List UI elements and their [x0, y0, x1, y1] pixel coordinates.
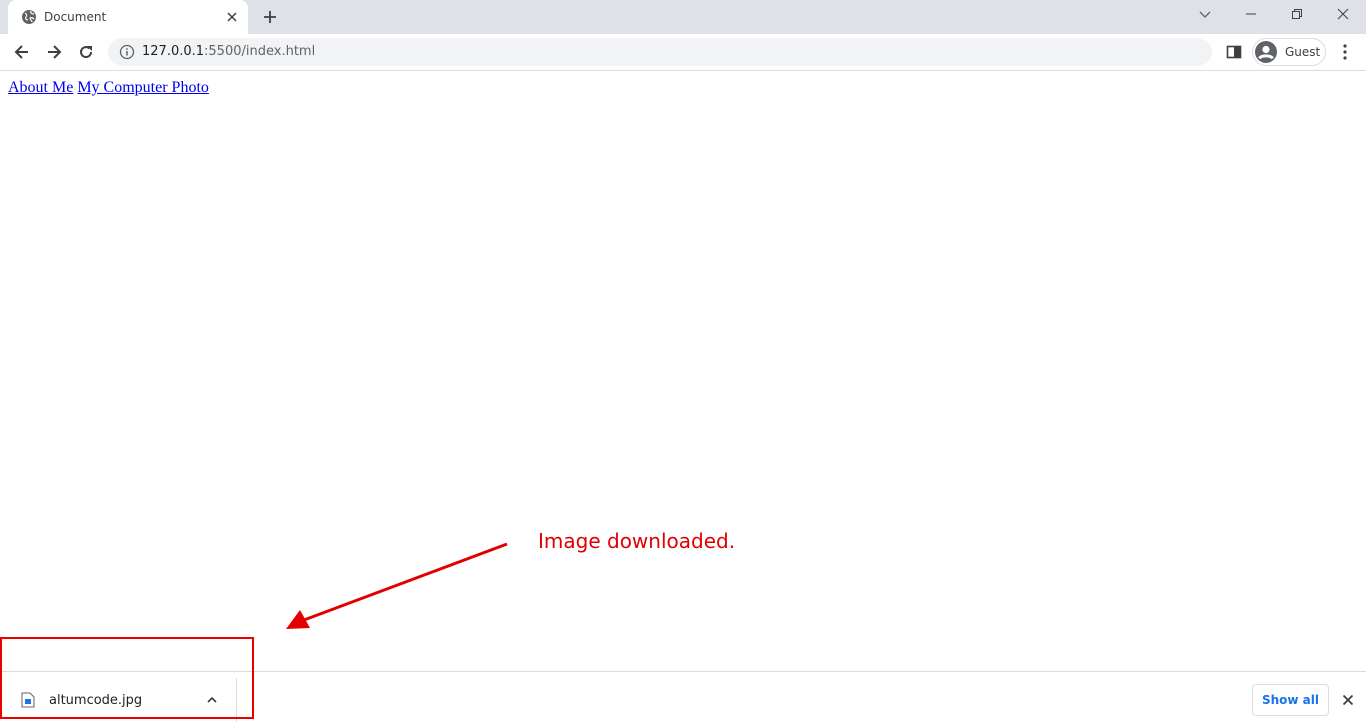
- chevron-down-icon[interactable]: [1197, 6, 1213, 22]
- download-item[interactable]: altumcode.jpg: [0, 672, 236, 728]
- reload-icon[interactable]: [76, 42, 96, 62]
- address-bar[interactable]: 127.0.0.1:5500/index.html: [108, 38, 1212, 66]
- tab-strip: Document: [0, 0, 1366, 34]
- more-menu-icon[interactable]: [1337, 43, 1353, 61]
- tab-document[interactable]: Document: [8, 0, 248, 34]
- toolbar: 127.0.0.1:5500/index.html Guest: [0, 34, 1366, 71]
- side-panel-icon[interactable]: [1225, 43, 1243, 61]
- tab-title: Document: [44, 10, 107, 24]
- show-all-button[interactable]: Show all: [1252, 684, 1329, 716]
- about-me-link[interactable]: About Me: [8, 79, 73, 96]
- chevron-up-icon[interactable]: [205, 693, 219, 707]
- download-filename: altumcode.jpg: [49, 693, 143, 708]
- url-path: :5500/index.html: [204, 44, 316, 59]
- back-icon[interactable]: [12, 42, 32, 62]
- url-text: 127.0.0.1:5500/index.html: [142, 44, 315, 59]
- avatar-icon: [1255, 41, 1277, 63]
- my-computer-photo-link[interactable]: My Computer Photo: [77, 79, 209, 96]
- annotation-arrow: [286, 542, 508, 629]
- new-tab-icon[interactable]: [261, 8, 279, 26]
- minimize-icon[interactable]: [1243, 6, 1259, 22]
- divider: [236, 678, 237, 722]
- download-shelf: altumcode.jpg Show all: [0, 671, 1366, 728]
- forward-icon[interactable]: [44, 42, 64, 62]
- image-file-icon: [21, 692, 35, 708]
- globe-icon: [22, 10, 36, 24]
- close-window-icon[interactable]: [1335, 6, 1351, 22]
- close-tab-icon[interactable]: [224, 9, 240, 25]
- annotation-text: Image downloaded.: [538, 529, 736, 553]
- url-host: 127.0.0.1: [142, 44, 205, 59]
- restore-icon[interactable]: [1289, 6, 1305, 22]
- profile-button[interactable]: Guest: [1252, 38, 1326, 66]
- close-icon[interactable]: [1340, 692, 1356, 708]
- info-icon[interactable]: [119, 44, 135, 60]
- profile-label: Guest: [1285, 45, 1321, 59]
- page-nav: About Me My Computer Photo: [8, 79, 209, 97]
